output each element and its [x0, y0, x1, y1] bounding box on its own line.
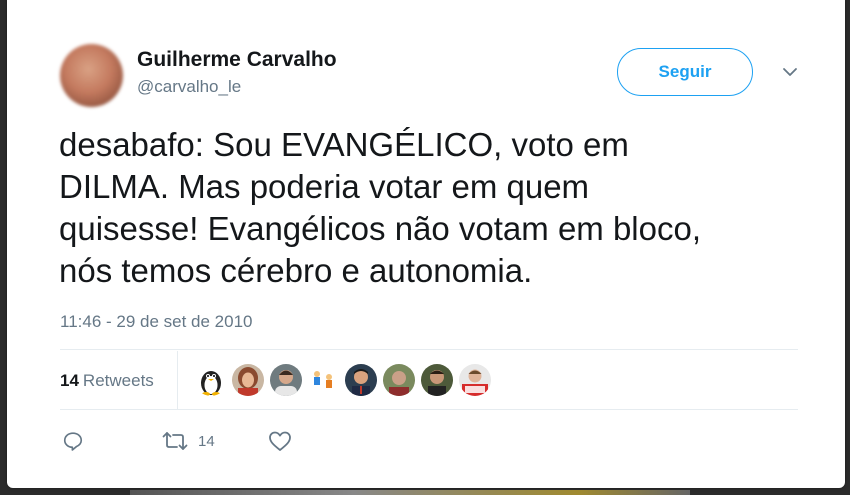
retweet-button[interactable]: 14 [162, 429, 215, 453]
retweeter-avatar-small-figures[interactable] [307, 364, 339, 396]
divider [60, 409, 798, 410]
retweeter-avatar-penguin[interactable] [195, 364, 227, 396]
avatar[interactable] [60, 44, 123, 107]
follow-button-label: Seguir [658, 62, 712, 81]
tweet-line: quisesse! Evangélicos não votam em bloco… [59, 210, 702, 247]
divider [60, 349, 798, 350]
user-handle[interactable]: @carvalho_le [137, 77, 241, 97]
retweets-stat[interactable]: 14 Retweets [60, 371, 154, 391]
reply-button[interactable] [62, 429, 84, 453]
retweet-count: 14 [198, 432, 215, 450]
retweets-count: 14 [60, 371, 79, 390]
retweeter-avatar-woman[interactable] [232, 364, 264, 396]
retweeter-avatar-person[interactable] [270, 364, 302, 396]
retweeter-avatar-dilma-badge[interactable] [459, 364, 491, 396]
tweet-text: desabafo: Sou EVANGÉLICO, voto em DILMA.… [59, 124, 799, 292]
tweet-line: DILMA. Mas poderia votar em quem [59, 168, 590, 205]
user-name[interactable]: Guilherme Carvalho [137, 48, 337, 72]
next-tweet-fragment [130, 490, 690, 495]
tweet-card: Guilherme Carvalho @carvalho_le Seguir d… [7, 0, 845, 488]
retweeter-avatar-man-2[interactable] [383, 364, 415, 396]
reply-icon [63, 432, 83, 451]
follow-button[interactable]: Seguir [617, 48, 753, 96]
divider [177, 351, 178, 409]
chevron-down-icon[interactable] [780, 62, 800, 82]
tweet-timestamp[interactable]: 11:46 - 29 de set de 2010 [60, 312, 253, 332]
like-icon [269, 431, 291, 451]
retweeter-avatar-man-1[interactable] [345, 364, 377, 396]
like-button[interactable] [268, 429, 292, 453]
retweet-icon [162, 432, 188, 450]
tweet-line: nós temos cérebro e autonomia. [59, 252, 533, 289]
retweeter-avatar-man-3[interactable] [421, 364, 453, 396]
tweet-line: desabafo: Sou EVANGÉLICO, voto em [59, 126, 629, 163]
retweets-label: Retweets [82, 371, 154, 390]
